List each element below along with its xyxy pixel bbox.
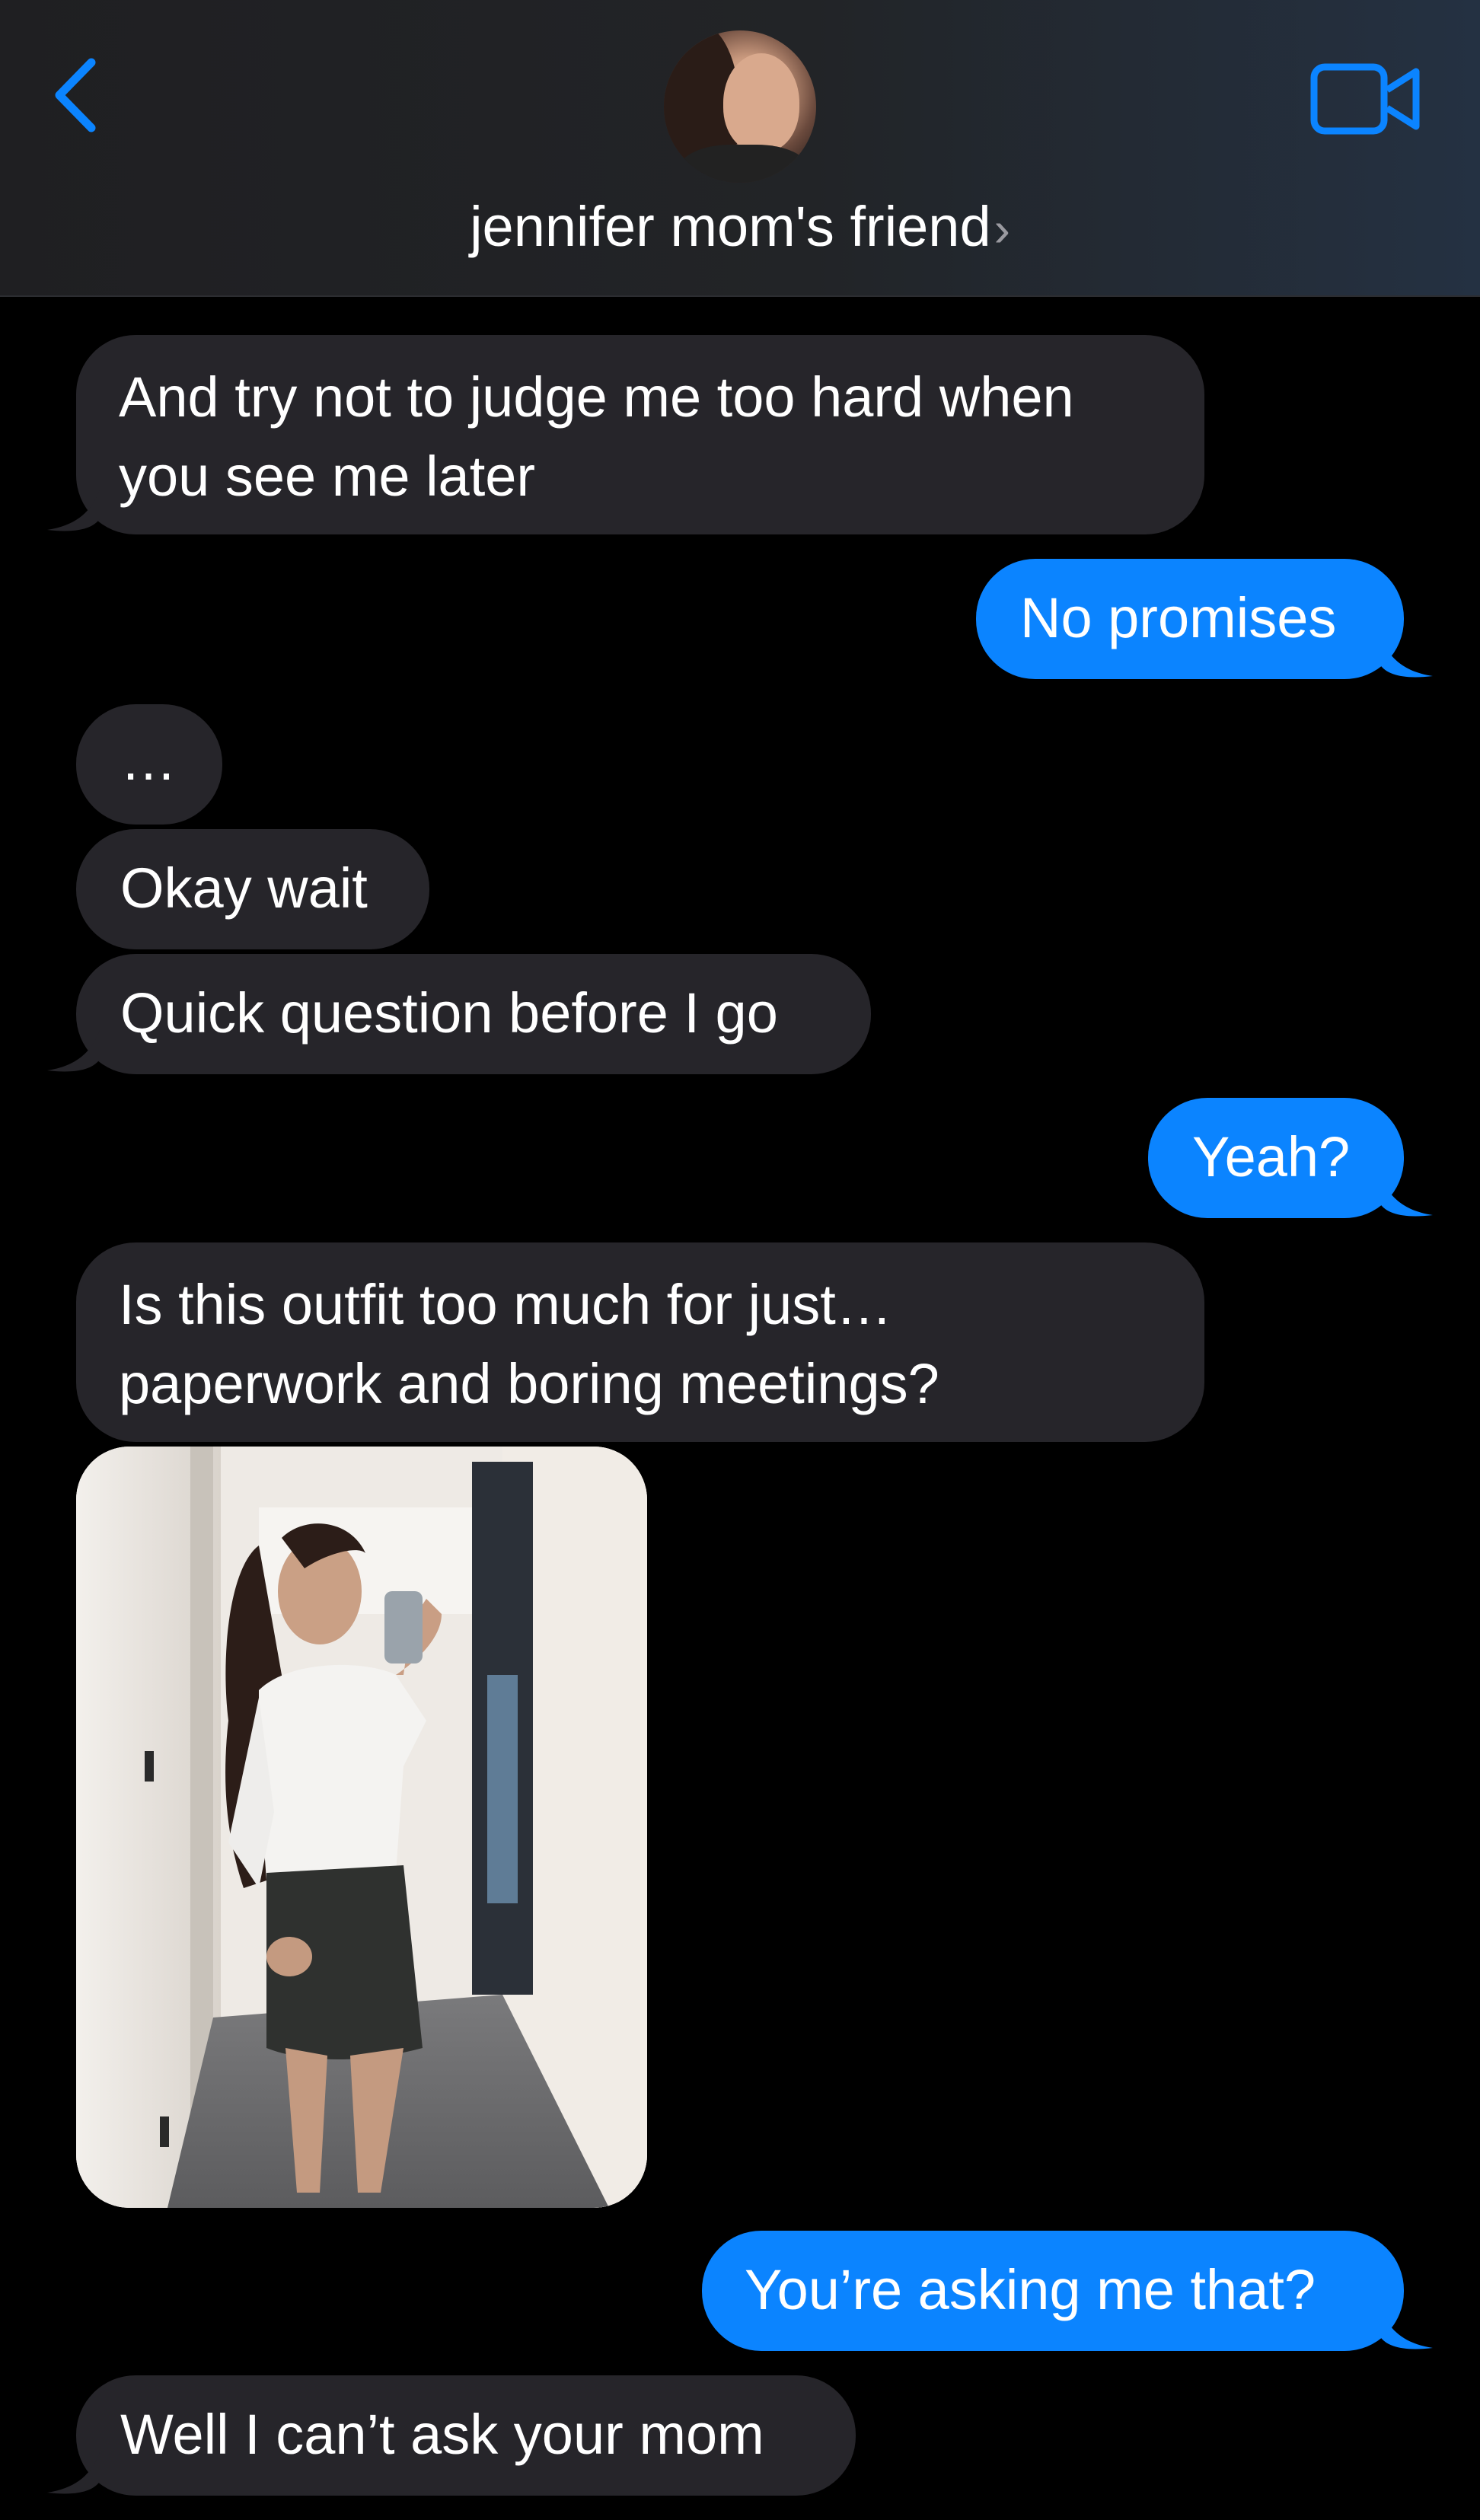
conversation-header: jennifer mom's friend› <box>0 0 1480 297</box>
message-text: No promises <box>1020 586 1337 649</box>
message-photo[interactable] <box>76 1447 647 2208</box>
bubble-tail-icon <box>47 487 100 531</box>
back-chevron-icon[interactable] <box>47 53 108 137</box>
message-bubble-incoming[interactable]: Okay wait <box>76 829 429 949</box>
message-bubble-outgoing[interactable]: Yeah? <box>1148 1098 1404 1218</box>
contact-name[interactable]: jennifer mom's friend› <box>0 189 1480 267</box>
bubble-tail-icon <box>47 1028 100 1072</box>
message-text: Quick question before I go <box>120 981 778 1045</box>
message-bubble-incoming[interactable]: Quick question before I go <box>76 954 871 1074</box>
message-text: Well I can’t ask your mom <box>120 2403 764 2466</box>
message-text: Is this outfit too much for just… paperw… <box>119 1273 939 1415</box>
message-bubble-outgoing[interactable]: No promises <box>976 559 1404 679</box>
chevron-right-icon: › <box>994 202 1010 257</box>
bubble-tail-icon <box>47 2450 100 2494</box>
message-text: … <box>120 729 177 792</box>
message-bubble-incoming[interactable]: Is this outfit too much for just… paperw… <box>76 1242 1204 1442</box>
message-bubble-outgoing[interactable]: You’re asking me that? <box>702 2231 1404 2351</box>
contact-name-label: jennifer mom's friend <box>470 195 991 258</box>
message-bubble-incoming[interactable]: Well I can’t ask your mom <box>76 2375 856 2496</box>
message-bubble-incoming[interactable]: And try not to judge me too hard when yo… <box>76 335 1204 534</box>
bubble-tail-icon <box>1380 1172 1433 1217</box>
message-text: Okay wait <box>120 856 368 920</box>
video-camera-icon[interactable] <box>1308 61 1422 137</box>
message-text: Yeah? <box>1192 1125 1351 1188</box>
message-text: You’re asking me that? <box>745 2258 1316 2321</box>
contact-avatar[interactable] <box>664 30 816 183</box>
message-text: And try not to judge me too hard when yo… <box>119 365 1074 508</box>
bubble-tail-icon <box>1380 2305 1433 2349</box>
bubble-tail-icon <box>1380 633 1433 678</box>
message-bubble-incoming[interactable]: … <box>76 704 222 825</box>
photo-image <box>76 1447 647 2208</box>
